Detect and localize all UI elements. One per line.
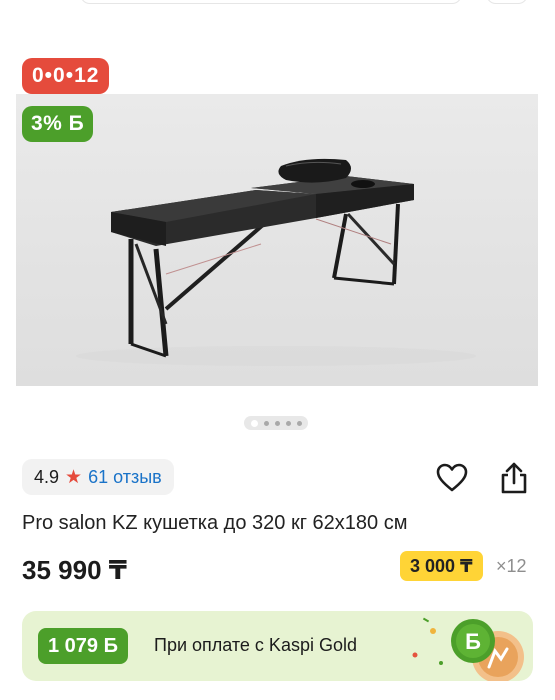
installment-months: ×12 — [496, 556, 527, 576]
favorite-button[interactable] — [434, 460, 470, 496]
kaspi-gold-banner[interactable]: 1 079 Б При оплате с Kaspi Gold Б — [22, 611, 533, 681]
kaspi-bonus-illustration: Б — [412, 617, 524, 681]
header-button-edge — [486, 0, 528, 4]
product-price: 35 990 ₸ — [22, 555, 127, 585]
timer-badge: 0•0•12 — [22, 58, 110, 94]
carousel-dot[interactable] — [285, 420, 291, 426]
carousel-indicator[interactable] — [244, 416, 308, 430]
product-image[interactable] — [16, 94, 538, 386]
carousel-dot[interactable] — [274, 420, 280, 426]
rating-value: 4.9 — [34, 466, 60, 487]
star-icon: ★ — [65, 466, 83, 488]
share-button[interactable] — [496, 460, 532, 496]
bonus-badge: 3% Б — [22, 106, 94, 142]
product-title: Pro salon KZ кушетка до 320 кг 62х180 см — [22, 512, 408, 534]
banner-text: При оплате с Kaspi Gold — [154, 635, 357, 655]
share-icon — [501, 462, 527, 494]
kaspi-bonus-logo-letter: Б — [465, 629, 481, 654]
rating-pill[interactable]: 4.9 ★ 61 отзыв — [22, 459, 174, 495]
installment-badge[interactable]: 3 000 ₸ — [400, 551, 483, 581]
massage-table-illustration — [76, 158, 476, 366]
carousel-dot-active[interactable] — [250, 419, 258, 427]
search-bar-edge — [80, 0, 462, 4]
carousel-dot[interactable] — [263, 420, 269, 426]
reviews-link[interactable]: 61 отзыв — [88, 467, 162, 488]
cashback-pill: 1 079 Б — [38, 628, 128, 664]
heart-icon — [436, 463, 468, 492]
carousel-dot[interactable] — [296, 420, 302, 426]
